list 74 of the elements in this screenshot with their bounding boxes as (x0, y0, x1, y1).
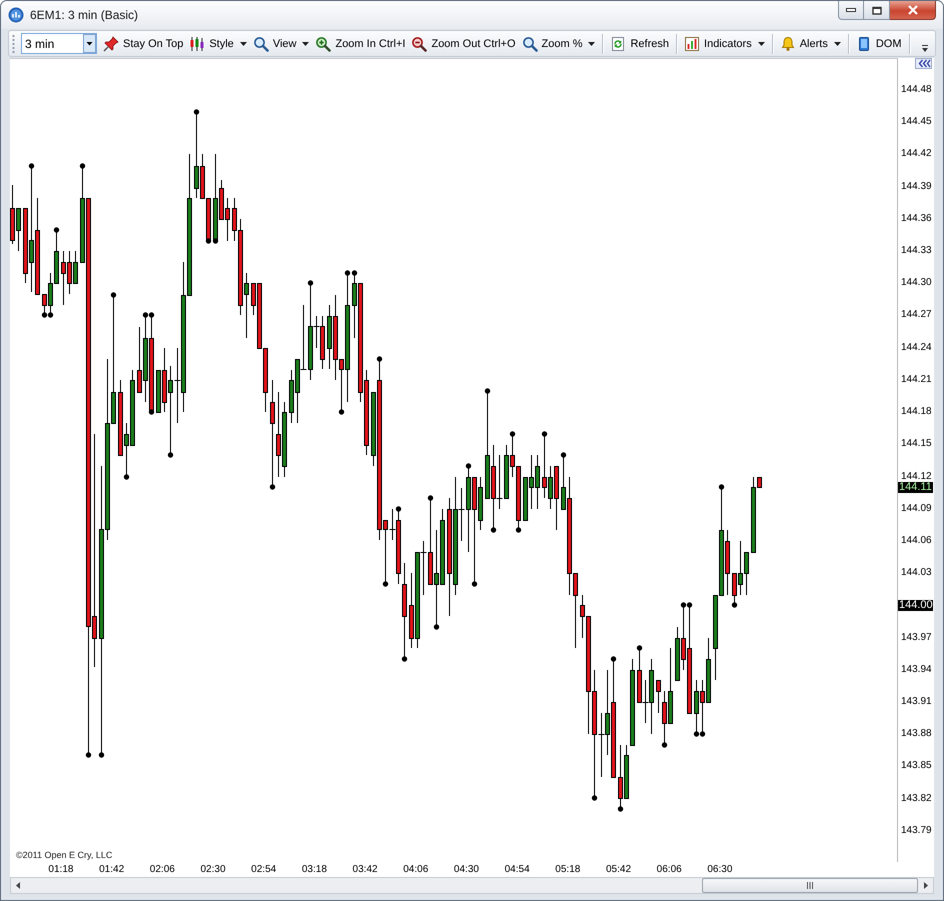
price-label: 144.33 (901, 245, 932, 258)
price-label: 144.42 (901, 148, 932, 160)
toolbar-button[interactable]: Refresh (608, 32, 672, 54)
close-icon (908, 5, 918, 15)
price-label: 143.91 (901, 696, 932, 708)
price-marker: 144.11 (898, 482, 933, 493)
double-chevron-icon[interactable] (915, 58, 932, 69)
grip-icon (806, 882, 814, 889)
toolbar-button[interactable]: Zoom % (520, 32, 598, 54)
toolbar-button[interactable]: Zoom In Ctrl+I (313, 32, 408, 54)
toolbar-button[interactable]: Zoom Out Ctrl+O (409, 32, 518, 54)
toolbar-button[interactable]: Stay On Top (101, 32, 186, 54)
time-label: 04:06 (402, 863, 430, 877)
price-label: 144.39 (901, 180, 932, 193)
overflow-chevron-icon[interactable] (921, 44, 929, 53)
interval-dropdown[interactable]: 3 min (21, 33, 97, 54)
bell-icon (780, 36, 796, 52)
magnifier-icon (522, 36, 538, 52)
price-label: 144.30 (901, 277, 932, 290)
magnifier-minus-icon (411, 36, 428, 52)
price-marker: 144.00 (898, 600, 933, 611)
toolbar-button[interactable]: View (250, 32, 312, 54)
minimize-icon (846, 8, 856, 12)
time-label: 02:30 (199, 863, 227, 877)
minimize-button[interactable] (838, 1, 864, 20)
toolbar-button[interactable]: DOM (854, 32, 904, 54)
time-label: 05:42 (604, 863, 632, 877)
price-label: 143.94 (901, 664, 932, 676)
price-label: 144.45 (901, 116, 932, 128)
candlestick-icon (189, 36, 206, 52)
price-label: 144.21 (901, 374, 932, 386)
price-label: 143.85 (901, 760, 932, 772)
price-label: 144.03 (901, 567, 932, 580)
magnifier-plus-icon (315, 36, 332, 52)
chart-icon (684, 36, 700, 52)
toolbar-button[interactable]: Alerts (778, 32, 843, 54)
time-label: 04:30 (452, 863, 480, 877)
time-label: 01:18 (47, 863, 74, 877)
toolbar-button[interactable]: Indicators (682, 32, 767, 54)
maximize-button[interactable] (864, 1, 890, 20)
price-label: 144.09 (901, 502, 932, 515)
time-label: 02:06 (148, 863, 176, 877)
time-label: 03:18 (300, 863, 328, 877)
price-label: 144.18 (901, 406, 932, 418)
toolbar-grip-icon[interactable] (12, 34, 15, 54)
time-label: 05:18 (554, 863, 582, 877)
close-button[interactable] (890, 1, 936, 20)
price-label: 144.24 (901, 342, 932, 354)
time-label: 06:06 (656, 863, 683, 877)
price-label: 144.48 (901, 84, 932, 96)
price-label: 144.36 (901, 212, 932, 225)
time-label: 04:54 (504, 863, 531, 877)
toolbar-button[interactable]: Style (187, 32, 249, 54)
scrollbar-thumb[interactable] (702, 878, 918, 893)
time-label: 01:42 (98, 863, 126, 877)
price-label: 144.27 (901, 309, 932, 322)
copyright-text: ©2011 Open E Cry, LLC (16, 850, 112, 860)
window-title: 6EM1: 3 min (Basic) (30, 8, 138, 22)
magnifier-icon (252, 36, 269, 52)
time-label: 03:42 (352, 863, 379, 877)
app-icon[interactable] (8, 7, 24, 23)
price-label: 143.79 (901, 824, 932, 837)
price-label: 143.88 (901, 728, 932, 740)
horizontal-scrollbar[interactable] (10, 877, 934, 894)
price-label: 144.15 (901, 438, 932, 450)
pushpin-icon (103, 36, 119, 52)
price-label: 143.82 (901, 792, 932, 805)
maximize-icon (872, 6, 882, 14)
refresh-icon (610, 36, 626, 52)
price-label: 143.97 (901, 632, 932, 644)
time-label: 02:54 (250, 863, 278, 877)
price-label: 144.06 (901, 534, 932, 547)
price-label: 144.12 (901, 470, 932, 482)
time-label: 06:30 (706, 863, 734, 877)
